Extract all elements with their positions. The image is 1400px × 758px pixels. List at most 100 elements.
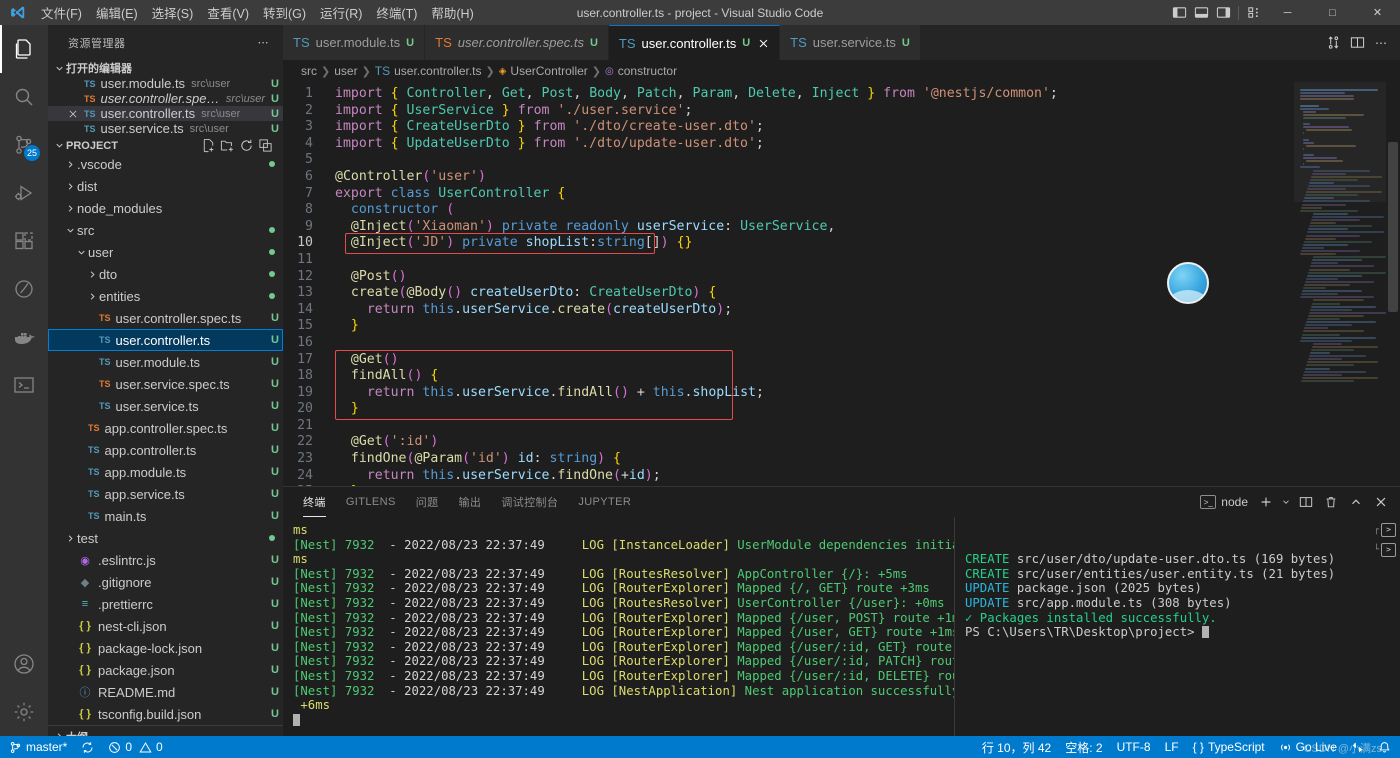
code-line[interactable]: 25 } [283,484,1294,486]
new-terminal-icon[interactable] [1255,491,1277,513]
status-notifications[interactable] [1371,736,1398,758]
toggle-panel-icon[interactable] [1190,0,1212,25]
tree-item-nest-cli-json[interactable]: { }nest-cli.jsonU [48,615,283,637]
source-code[interactable]: 1import { Controller, Get, Post, Body, P… [283,82,1294,486]
activity-run-and-debug[interactable] [0,169,48,217]
status-branch[interactable]: master* [2,736,74,758]
code-line[interactable]: 3import { CreateUserDto } from './dto/cr… [283,119,1294,136]
new-file-icon[interactable] [201,138,216,153]
menu-edit[interactable]: 编辑(E) [89,0,145,25]
code-line[interactable]: 11 [283,252,1294,269]
menu-file[interactable]: 文件(F) [34,0,89,25]
code-line[interactable]: 20 } [283,401,1294,418]
panel-tab-terminal[interactable]: 终端 [293,487,336,517]
open-editor-user-module[interactable]: TS user.module.ts src\user U [48,76,283,91]
terminal-dropdown-icon[interactable] [1280,491,1292,513]
tree-item-user-controller-spec-ts[interactable]: TSuser.controller.spec.tsU [48,307,283,329]
activity-source-control[interactable]: 25 [0,121,48,169]
toggle-primary-sidebar-icon[interactable] [1168,0,1190,25]
more-actions-icon[interactable]: ⋯ [1370,25,1392,60]
code-line[interactable]: 14 return this.userService.create(create… [283,302,1294,319]
new-folder-icon[interactable] [220,138,235,153]
activity-docker[interactable] [0,313,48,361]
tab-close-icon[interactable] [758,38,769,49]
breadcrumb-src[interactable]: src [301,64,317,78]
code-line[interactable]: 9 @Inject('Xiaoman') private readonly us… [283,219,1294,236]
panel-tab-output[interactable]: 输出 [449,487,492,517]
project-header[interactable]: PROJECT [48,138,283,153]
menu-terminal[interactable]: 终端(T) [369,0,424,25]
terminal-output-right[interactable]: CREATE src/user/dto/update-user.dto.ts (… [955,517,1400,736]
code-line[interactable]: 10 @Inject('JD') private shopList:string… [283,235,1294,252]
tree-item-node-modules[interactable]: node_modules [48,197,283,219]
code-line[interactable]: 12 @Post() [283,269,1294,286]
status-indentation[interactable]: 空格: 2 [1058,736,1109,758]
code-line[interactable]: 7export class UserController { [283,186,1294,203]
code-line[interactable]: 8 constructor ( [283,202,1294,219]
status-sync[interactable] [74,736,101,758]
status-remote-window[interactable] [1344,736,1371,758]
breadcrumb-class[interactable]: ◈ UserController [499,64,588,78]
tree-item-user-service-spec-ts[interactable]: TSuser.service.spec.tsU [48,373,283,395]
status-go-live[interactable]: Go Live [1272,736,1344,758]
tree-item-vscode[interactable]: .vscode [48,153,283,175]
run-or-debug-icon[interactable] [1322,25,1344,60]
maximize-button[interactable]: □ [1310,0,1355,25]
activity-accounts[interactable] [0,640,48,688]
status-encoding[interactable]: UTF-8 [1110,736,1158,758]
code-line[interactable]: 23 findOne(@Param('id') id: string) { [283,451,1294,468]
code-line[interactable]: 1import { Controller, Get, Post, Body, P… [283,86,1294,103]
status-cursor-position[interactable]: 行 10，列 42 [975,736,1058,758]
editor-vertical-scrollbar[interactable] [1386,82,1400,486]
customize-layout-icon[interactable] [1243,0,1265,25]
tree-item-dto[interactable]: dto [48,263,283,285]
activity-search[interactable] [0,73,48,121]
tree-item-package-lock-json[interactable]: { }package-lock.jsonU [48,637,283,659]
tree-item-app-module-ts[interactable]: TSapp.module.tsU [48,461,283,483]
panel-tab-debug-console[interactable]: 调试控制台 [491,487,568,517]
tree-item-user-service-ts[interactable]: TSuser.service.tsU [48,395,283,417]
tree-item-eslintrc-js[interactable]: ◉.eslintrc.jsU [48,549,283,571]
toggle-secondary-sidebar-icon[interactable] [1212,0,1234,25]
minimap[interactable] [1294,82,1386,486]
tab-user-service[interactable]: TS user.service.ts U [780,25,921,60]
tree-item-test[interactable]: test [48,527,283,549]
open-editor-user-service[interactable]: TS user.service.ts src\user U [48,121,283,136]
section-outline[interactable]: 大纲 [48,725,283,736]
tree-item-user[interactable]: user [48,241,283,263]
open-editor-user-controller[interactable]: TS user.controller.ts src\user U [48,106,283,121]
menu-selection[interactable]: 选择(S) [145,0,201,25]
close-icon[interactable] [68,109,84,119]
breadcrumb-file[interactable]: TS user.controller.ts [375,64,482,78]
code-line[interactable]: 2import { UserService } from './user.ser… [283,103,1294,120]
code-line[interactable]: 22 @Get(':id') [283,434,1294,451]
code-line[interactable]: 16 [283,335,1294,352]
menu-help[interactable]: 帮助(H) [424,0,480,25]
terminal-output-left[interactable]: ms[Nest] 7932 - 2022/08/23 22:37:49 LOG … [283,517,955,736]
code-line[interactable]: 21 [283,418,1294,435]
code-line[interactable]: 17 @Get() [283,352,1294,369]
activity-extensions[interactable] [0,217,48,265]
tree-item-src[interactable]: src [48,219,283,241]
open-editors-header[interactable]: 打开的编辑器 [48,60,283,76]
tree-item-prettierrc[interactable]: ≡.prettierrcU [48,593,283,615]
code-line[interactable]: 15 } [283,318,1294,335]
menu-run[interactable]: 运行(R) [313,0,369,25]
tab-user-module[interactable]: TS user.module.ts U [283,25,425,60]
tree-item-readme-md[interactable]: ⓘREADME.mdU [48,681,283,703]
tree-item-user-module-ts[interactable]: TSuser.module.tsU [48,351,283,373]
menu-go[interactable]: 转到(G) [256,0,313,25]
code-scroll-area[interactable]: 1import { Controller, Get, Post, Body, P… [283,82,1294,486]
tree-item-app-service-ts[interactable]: TSapp.service.tsU [48,483,283,505]
tree-item-dist[interactable]: dist [48,175,283,197]
terminal-tab-2[interactable]: └> [1374,543,1396,558]
menu-view[interactable]: 查看(V) [200,0,256,25]
split-terminal-icon[interactable] [1295,491,1317,513]
terminal-tab-1[interactable]: ┌> [1374,523,1396,538]
code-line[interactable]: 24 return this.userService.findOne(+id); [283,468,1294,485]
tree-item-app-controller-spec-ts[interactable]: TSapp.controller.spec.tsU [48,417,283,439]
maximize-panel-icon[interactable] [1345,491,1367,513]
tree-item-user-controller-ts[interactable]: TSuser.controller.tsU [48,329,283,351]
panel-tab-gitlens[interactable]: GITLENS [336,487,406,517]
refresh-icon[interactable] [239,138,254,153]
